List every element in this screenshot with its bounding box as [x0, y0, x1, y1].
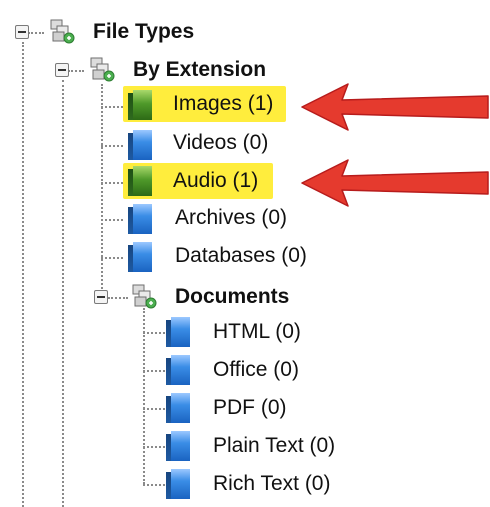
- file-icon: [128, 130, 152, 160]
- tree-connector: [62, 80, 64, 507]
- tree-connector: [22, 42, 24, 507]
- tree-connector: [143, 446, 165, 448]
- file-icon: [166, 431, 190, 461]
- tree-connector: [68, 70, 84, 72]
- group-node-icon: [50, 19, 75, 44]
- tree-connector: [143, 370, 165, 372]
- tree-node-images[interactable]: Images (1): [173, 90, 273, 118]
- tree-node-documents[interactable]: Documents: [175, 283, 289, 311]
- tree-node-videos[interactable]: Videos (0): [173, 129, 268, 157]
- collapse-toggle-icon[interactable]: [55, 63, 69, 77]
- tree-connector: [101, 257, 123, 259]
- file-icon: [166, 393, 190, 423]
- tree-connector: [101, 219, 123, 221]
- file-icon: [166, 355, 190, 385]
- tree-connector: [143, 308, 145, 484]
- file-types-tree: File Types By Extension Images (1) Video…: [0, 0, 490, 507]
- file-icon: [166, 317, 190, 347]
- file-icon: [128, 242, 152, 272]
- tree-node-file-types[interactable]: File Types: [93, 18, 194, 46]
- tree-node-archives[interactable]: Archives (0): [175, 204, 287, 232]
- tree-node-rich-text[interactable]: Rich Text (0): [213, 470, 330, 498]
- tree-node-html[interactable]: HTML (0): [213, 318, 301, 346]
- file-icon: [128, 166, 152, 196]
- tree-connector: [101, 182, 123, 184]
- file-icon: [128, 90, 152, 120]
- tree-connector: [143, 484, 165, 486]
- tree-node-audio[interactable]: Audio (1): [173, 167, 258, 195]
- collapse-toggle-icon[interactable]: [15, 25, 29, 39]
- tree-connector: [101, 145, 123, 147]
- tree-node-databases[interactable]: Databases (0): [175, 242, 307, 270]
- tree-connector: [28, 32, 44, 34]
- tree-node-by-extension[interactable]: By Extension: [133, 56, 266, 84]
- tree-connector: [143, 332, 165, 334]
- tree-node-pdf[interactable]: PDF (0): [213, 394, 287, 422]
- tree-node-plain-text[interactable]: Plain Text (0): [213, 432, 335, 460]
- tree-node-office[interactable]: Office (0): [213, 356, 299, 384]
- file-icon: [128, 204, 152, 234]
- group-node-icon: [90, 57, 115, 82]
- arrow-left-icon: [301, 83, 489, 131]
- tree-connector: [101, 106, 123, 108]
- file-icon: [166, 469, 190, 499]
- arrow-left-icon: [301, 159, 489, 207]
- collapse-toggle-icon[interactable]: [94, 290, 108, 304]
- tree-connector: [101, 84, 103, 296]
- tree-connector: [108, 297, 128, 299]
- tree-connector: [143, 408, 165, 410]
- group-node-icon: [132, 284, 157, 309]
